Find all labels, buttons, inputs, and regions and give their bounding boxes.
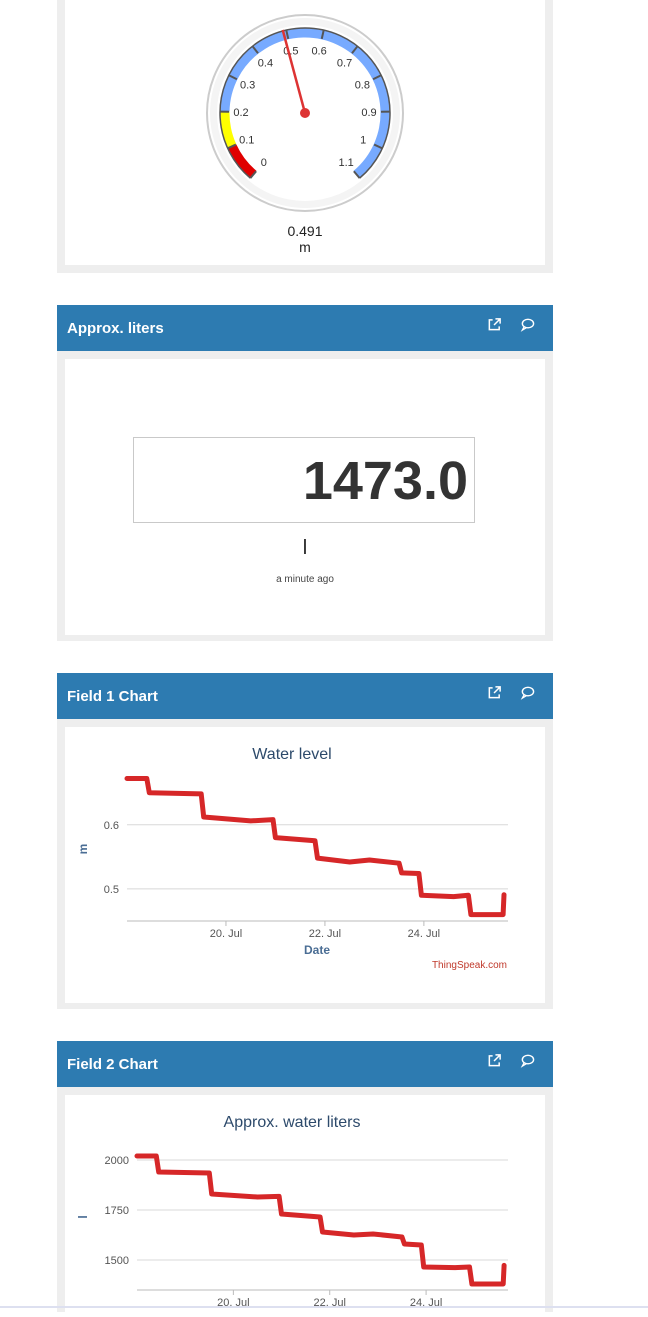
gauge-widget-body: 00.10.20.30.40.50.60.70.80.911.1 0.491 m — [65, 0, 545, 265]
chart1-xlabel: Date — [304, 943, 330, 957]
chart1-ylabel: m — [76, 844, 90, 855]
thingspeak-credit-link[interactable]: ThingSpeak.com — [432, 960, 507, 971]
gauge-tick-label: 0.8 — [355, 80, 370, 92]
chart2-ytick-label: 2000 — [105, 1155, 129, 1167]
chart2-series-line — [137, 1156, 504, 1284]
field2-chart-body: Approx. water liters 150017502000 20. Ju… — [65, 1095, 545, 1312]
gauge-value: 0.491 — [287, 223, 322, 239]
comment-icon[interactable] — [520, 317, 535, 332]
gauge-unit: m — [299, 239, 311, 255]
external-link-icon[interactable] — [487, 1053, 502, 1068]
field2-chart-widget: Field 2 Chart Approx. water liters 1500 1… — [57, 1041, 553, 1312]
field1-chart-title: Field 1 Chart — [67, 688, 158, 705]
liters-updated-time: a minute ago — [65, 574, 545, 585]
gauge-tick-label: 0.7 — [337, 58, 352, 70]
field2-chart-header: Field 2 Chart — [57, 1041, 553, 1087]
gauge-tick-label: 1.1 — [338, 157, 353, 169]
gauge-tick-label: 1 — [360, 135, 366, 147]
gauge-widget: 00.10.20.30.40.50.60.70.80.911.1 0.491 m — [57, 0, 553, 273]
external-link-icon[interactable] — [487, 685, 502, 700]
gauge-tick-label: 0.1 — [239, 135, 254, 147]
field1-chart-body: Water level 0.5 0.6 20. Jul 22. Jul 24. Jul… — [65, 727, 545, 1003]
comment-icon[interactable] — [520, 1053, 535, 1068]
gauge-tick-label: 0.2 — [233, 107, 248, 119]
gauge-tick-label: 0.4 — [258, 58, 273, 70]
comment-icon[interactable] — [520, 685, 535, 700]
field1-chart-header: Field 1 Chart — [57, 673, 553, 719]
page-bottom-edge — [0, 1306, 648, 1308]
chart1-ytick-label: 0.5 — [104, 884, 119, 896]
chart1-series-line — [127, 779, 504, 915]
gauge-tick-label: 0.3 — [240, 80, 255, 92]
field2-chart-title: Field 2 Chart — [67, 1056, 158, 1073]
liters-unit: l — [65, 537, 545, 560]
water-level-gauge: 00.10.20.30.40.50.60.70.80.911.1 0.491 m — [65, 0, 545, 265]
chart1-xtick-label: 24. Jul — [408, 928, 440, 940]
liters-numeric-display: 1473.0 — [133, 437, 475, 523]
chart2-title: Approx. water liters — [224, 1114, 361, 1131]
external-link-icon[interactable] — [487, 317, 502, 332]
chart1-xtick-label: 20. Jul — [210, 928, 242, 940]
liters-widget: Approx. liters 1473.0 l a minute ago — [57, 305, 553, 641]
liters-widget-header: Approx. liters — [57, 305, 553, 351]
chart1-title: Water level — [252, 746, 331, 763]
gauge-tick-label: 0.6 — [311, 46, 326, 58]
liters-widget-title: Approx. liters — [67, 320, 164, 337]
gauge-tick-label: 0 — [261, 157, 267, 169]
field1-chart-widget: Field 1 Chart Water level 0.5 0.6 20. Jul… — [57, 673, 553, 1009]
water-level-chart: Water level 0.5 0.6 20. Jul 22. Jul 24. Jul… — [65, 727, 545, 1003]
water-liters-chart: Approx. water liters 150017502000 20. Ju… — [65, 1095, 545, 1312]
gauge-needle-pivot — [300, 108, 310, 118]
chart2-ylabel: l — [76, 1215, 90, 1218]
gauge-tick-label: 0.9 — [361, 107, 376, 119]
chart2-ytick-label: 1750 — [105, 1205, 129, 1217]
chart1-ytick-label: 0.6 — [104, 820, 119, 832]
liters-widget-body: 1473.0 l a minute ago — [65, 359, 545, 635]
chart1-xtick-label: 22. Jul — [309, 928, 341, 940]
chart2-ytick-label: 1500 — [105, 1255, 129, 1267]
liters-value: 1473.0 — [303, 451, 468, 511]
